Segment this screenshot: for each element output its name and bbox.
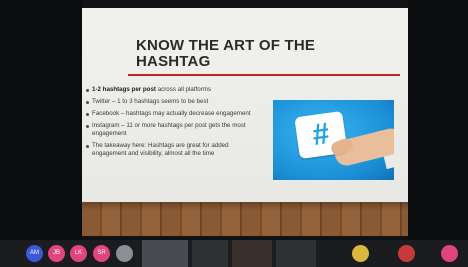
participant-avatar-11[interactable] bbox=[398, 245, 415, 262]
participant-avatar-12[interactable] bbox=[441, 245, 458, 262]
bullet-list: 1-2 hashtags per post across all platfor… bbox=[86, 86, 262, 162]
bullet-text: Twitter – 1 to 3 hashtags seems to be be… bbox=[92, 98, 209, 105]
bullet-text: across all platforms bbox=[155, 86, 211, 93]
participant-avatar-10[interactable] bbox=[352, 245, 369, 262]
right-black-band bbox=[408, 0, 468, 267]
bullet-item: 1-2 hashtags per post across all platfor… bbox=[86, 86, 262, 94]
left-black-band bbox=[0, 0, 82, 267]
participant-photo-5[interactable] bbox=[116, 245, 133, 262]
participant-video-tile-2[interactable] bbox=[192, 240, 228, 267]
slide-title-line-2: HASHTAG bbox=[136, 53, 211, 70]
participant-video-tile-1[interactable] bbox=[142, 240, 188, 267]
bullet-item: The takeaway here: Hashtags are great fo… bbox=[86, 142, 262, 158]
participant-video-tile-3[interactable] bbox=[232, 240, 272, 267]
bullet-text: Instagram – 11 or more hashtags per post… bbox=[92, 122, 246, 137]
slide-title: KNOW THE ART OF THE HASHTAG bbox=[136, 38, 366, 70]
bullet-text: Facebook – hashtags may actually decreas… bbox=[92, 110, 251, 117]
participant-video-tile-4[interactable] bbox=[276, 240, 316, 267]
title-underline bbox=[128, 74, 400, 76]
participant-avatar-3[interactable]: LK bbox=[70, 245, 87, 262]
wooden-floor bbox=[82, 202, 408, 236]
hashtag-photo: # bbox=[273, 100, 394, 180]
bullet-item: Twitter – 1 to 3 hashtags seems to be be… bbox=[86, 98, 262, 106]
participant-strip: AM JB LK SR bbox=[0, 240, 468, 267]
participant-avatar-1[interactable]: AM bbox=[26, 245, 43, 262]
participant-avatar-4[interactable]: SR bbox=[93, 245, 110, 262]
bullet-item: Facebook – hashtags may actually decreas… bbox=[86, 110, 262, 118]
participant-avatar-2[interactable]: JB bbox=[48, 245, 65, 262]
bullet-strong: 1-2 hashtags per post bbox=[92, 86, 156, 93]
bullet-item: Instagram – 11 or more hashtags per post… bbox=[86, 122, 262, 138]
shared-slide: KNOW THE ART OF THE HASHTAG 1-2 hashtags… bbox=[82, 8, 408, 236]
slide-title-line-1: KNOW THE ART OF THE bbox=[136, 37, 316, 54]
bullet-text: The takeaway here: Hashtags are great fo… bbox=[92, 142, 229, 157]
